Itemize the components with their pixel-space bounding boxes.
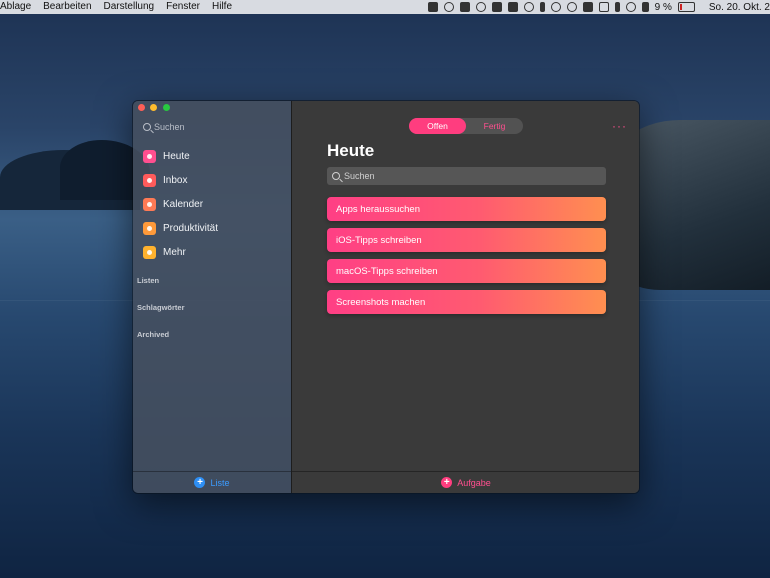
add-task-button[interactable]: + Aufgabe — [292, 471, 639, 493]
status-segmented-control: Offen Fertig — [409, 118, 523, 134]
search-input[interactable]: Suchen — [327, 167, 606, 185]
bluetooth-icon[interactable] — [614, 2, 620, 12]
sidebar-item-inbox[interactable]: Inbox — [143, 168, 218, 192]
sidebar-item-kalender[interactable]: Kalender — [143, 192, 218, 216]
grid-icon[interactable] — [427, 2, 438, 12]
time-machine-icon[interactable] — [566, 2, 577, 12]
segment-offen[interactable]: Offen — [409, 118, 466, 134]
task-item[interactable]: Screenshots machen — [327, 290, 606, 314]
minimize-button[interactable] — [150, 104, 157, 111]
task-item[interactable]: iOS-Tipps schreiben — [327, 228, 606, 252]
segment-fertig[interactable]: Fertig — [466, 118, 523, 134]
sidebar-nav: Heute Inbox Kalender Produktivität Mehr — [143, 144, 218, 264]
main-panel: Offen Fertig ··· Heute Suchen Apps herau… — [291, 101, 639, 493]
close-button[interactable] — [138, 104, 145, 111]
more-icon — [143, 245, 156, 259]
sidebar-item-label: Heute — [163, 150, 190, 162]
sidebar-item-mehr[interactable]: Mehr — [143, 240, 218, 264]
info-icon[interactable] — [523, 2, 534, 12]
menu-darstellung[interactable]: Darstellung — [98, 0, 161, 14]
add-list-label: Liste — [210, 477, 230, 488]
sidebar-item-heute[interactable]: Heute — [143, 144, 218, 168]
page-title: Heute — [327, 141, 375, 160]
add-task-label: Aufgabe — [457, 477, 491, 488]
a-icon[interactable] — [507, 2, 518, 12]
battery-icon[interactable] — [677, 2, 695, 12]
section-header-listen[interactable]: Listen — [137, 276, 159, 285]
volume-icon[interactable] — [641, 2, 649, 12]
menu-bearbeiten[interactable]: Bearbeiten — [37, 0, 97, 14]
sidebar-search[interactable]: Suchen — [143, 122, 185, 132]
wifi-icon[interactable] — [625, 2, 636, 12]
airplay-icon[interactable] — [598, 2, 609, 12]
gear-icon — [143, 221, 156, 235]
sidebar-item-label: Kalender — [163, 198, 204, 210]
checkmark-circle-icon[interactable] — [475, 2, 486, 12]
menu-hilfe[interactable]: Hilfe — [206, 0, 238, 14]
calendar-icon — [143, 197, 156, 211]
battery-percent: 9 % — [654, 1, 672, 13]
status-area: 9 % So. 20. Okt. 2 — [427, 0, 770, 14]
clock[interactable]: So. 20. Okt. 2 — [709, 2, 770, 13]
search-icon — [143, 123, 151, 131]
menu-bar: Ablage Bearbeiten Darstellung Fenster Hi… — [0, 0, 770, 14]
more-options-button[interactable]: ··· — [612, 119, 627, 133]
task-item[interactable]: Apps heraussuchen — [327, 197, 606, 221]
inbox-icon — [143, 173, 156, 187]
sidebar-item-produktivitaet[interactable]: Produktivität — [143, 216, 218, 240]
sidebar: Suchen Heute Inbox Kalender Produktivitä… — [133, 101, 291, 493]
sidebar-item-label: Inbox — [163, 174, 188, 186]
today-icon — [143, 149, 156, 163]
sidebar-search-placeholder: Suchen — [154, 122, 185, 132]
plus-icon: + — [194, 477, 206, 488]
bolt-icon[interactable] — [539, 2, 545, 12]
dropbox-icon[interactable] — [550, 2, 561, 12]
search-placeholder: Suchen — [344, 171, 375, 181]
eye-icon[interactable] — [443, 2, 454, 12]
section-header-schlagwoerter[interactable]: Schlagwörter — [137, 303, 185, 312]
shield-icon[interactable] — [459, 2, 470, 12]
zoom-button[interactable] — [163, 104, 170, 111]
menu-ablage[interactable]: Ablage — [0, 0, 37, 14]
search-icon — [332, 172, 340, 180]
task-item[interactable]: macOS-Tipps schreiben — [327, 259, 606, 283]
sidebar-item-label: Produktivität — [163, 222, 219, 234]
cube-icon[interactable] — [491, 2, 502, 12]
app-window: Suchen Heute Inbox Kalender Produktivitä… — [132, 100, 640, 494]
menu-fenster[interactable]: Fenster — [160, 0, 206, 14]
mail-icon[interactable] — [582, 2, 593, 12]
task-list: Apps heraussuchen iOS-Tipps schreiben ma… — [327, 197, 606, 321]
section-header-archived[interactable]: Archived — [137, 330, 169, 339]
add-list-button[interactable]: + Liste — [133, 471, 291, 493]
sidebar-item-label: Mehr — [163, 246, 186, 258]
plus-icon: + — [441, 477, 453, 488]
